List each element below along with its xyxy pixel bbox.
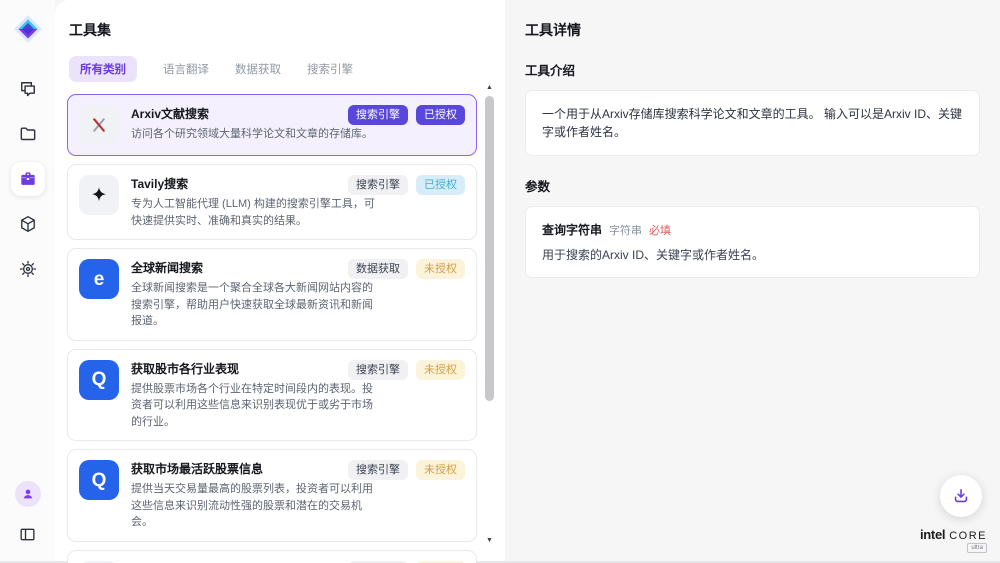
tool-card-arxiv[interactable]: Arxiv文献搜索 访问各个研究领域大量科学论文和文章的存储库。 搜索引擎 已授…	[67, 94, 477, 156]
detail-title: 工具详情	[525, 20, 980, 40]
download-button[interactable]	[940, 475, 982, 517]
parameter-header: 查询字符串 字符串 必填	[542, 221, 963, 238]
arxiv-x-icon	[79, 105, 119, 145]
parameter-card: 查询字符串 字符串 必填 用于搜索的Arxiv ID、关键字或作者姓名。	[525, 206, 980, 278]
intel-logo-line: intel CORE	[920, 527, 987, 542]
intel-brand-text: intel	[920, 527, 945, 542]
intro-text: 一个用于从Arxiv存储库搜索科学论文和文章的工具。 输入可以是Arxiv ID…	[542, 107, 962, 139]
auth-status-badge: 未授权	[416, 259, 465, 279]
card-body: 获取市场最活跃股票信息 提供当天交易量最高的股票列表，投资者可以利用这些信息来识…	[131, 460, 383, 531]
tool-title: 获取股市各行业表现	[131, 362, 383, 376]
category-badge: 搜索引擎	[348, 105, 408, 125]
icon-letter: Q	[92, 370, 107, 389]
tool-title: Arxiv文献搜索	[131, 107, 373, 121]
parameter-required-flag: 必填	[649, 222, 671, 238]
ultra-variant-badge: ultra	[967, 543, 987, 553]
rail-bottom	[11, 481, 45, 561]
category-badge: 搜索引擎	[348, 460, 408, 480]
toolset-panel: 工具集 所有类别 语言翻译 数据获取 搜索引擎 Arxiv文献搜索 访问各个研究…	[55, 0, 505, 561]
card-badges: 搜索引擎 已授权	[348, 105, 465, 125]
tool-description: 提供当天交易量最高的股票列表，投资者可以利用这些信息来识别流动性强的股票和潜在的…	[131, 481, 383, 531]
blue-letter-icon: Q	[79, 360, 119, 400]
card-badges: 搜索引擎 未授权	[348, 360, 465, 380]
tab-data-acquisition[interactable]: 数据获取	[235, 61, 281, 77]
card-body: 全球新闻搜索 全球新闻搜索是一个聚合全球各大新闻网站内容的搜索引擎，帮助用户快速…	[131, 259, 383, 330]
tool-description: 提供股票市场各个行业在特定时间段内的表现。投资者可以利用这些信息来识别表现优于或…	[131, 381, 383, 431]
card-body: 获取股市各行业表现 提供股票市场各个行业在特定时间段内的表现。投资者可以利用这些…	[131, 360, 383, 431]
intel-core-logo: intel CORE ultra	[920, 527, 987, 553]
tool-card-sector-performance[interactable]: Q 获取股市各行业表现 提供股票市场各个行业在特定时间段内的表现。投资者可以利用…	[67, 349, 477, 442]
tool-description: 全球新闻搜索是一个聚合全球各大新闻网站内容的搜索引擎，帮助用户快速获取全球最新资…	[131, 280, 383, 330]
tool-detail-panel: 工具详情 工具介绍 一个用于从Arxiv存储库搜索科学论文和文章的工具。 输入可…	[505, 0, 1000, 561]
card-body: Tavily搜索 专为人工智能代理 (LLM) 构建的搜索引擎工具，可快速提供实…	[131, 175, 383, 229]
tool-card-list: Arxiv文献搜索 访问各个研究领域大量科学论文和文章的存储库。 搜索引擎 已授…	[67, 94, 477, 563]
app-window: 工具集 所有类别 语言翻译 数据获取 搜索引擎 Arxiv文献搜索 访问各个研究…	[0, 0, 1000, 563]
auth-status-badge: 未授权	[416, 460, 465, 480]
tab-all-categories[interactable]: 所有类别	[69, 56, 137, 82]
blue-letter-icon: Q	[79, 460, 119, 500]
auth-status-badge: 未授权	[416, 360, 465, 380]
cube-icon[interactable]	[11, 207, 45, 241]
scrollbar-thumb[interactable]	[485, 96, 494, 401]
intro-card: 一个用于从Arxiv存储库搜索科学论文和文章的工具。 输入可以是Arxiv ID…	[525, 90, 980, 156]
download-icon	[951, 486, 971, 506]
intro-heading: 工具介绍	[525, 60, 980, 79]
scroll-down-icon[interactable]: ▼	[486, 537, 493, 545]
core-product-text: CORE	[949, 530, 987, 542]
card-badges: 数据获取 未授权	[348, 259, 465, 279]
category-badge: 搜索引擎	[348, 360, 408, 380]
blue-letter-icon: e	[79, 259, 119, 299]
parameter-description: 用于搜索的Arxiv ID、关键字或作者姓名。	[542, 246, 963, 263]
scrollbar-track[interactable]	[485, 92, 494, 537]
collapse-panel-icon[interactable]	[11, 517, 45, 551]
icon-letter: e	[94, 270, 105, 289]
tool-card-global-news[interactable]: e 全球新闻搜索 全球新闻搜索是一个聚合全球各大新闻网站内容的搜索引擎，帮助用户…	[67, 248, 477, 341]
auth-status-badge: 已授权	[416, 105, 465, 125]
folder-icon[interactable]	[11, 117, 45, 151]
params-heading: 参数	[525, 176, 980, 195]
tab-search-engine[interactable]: 搜索引擎	[307, 61, 353, 77]
card-body: Arxiv文献搜索 访问各个研究领域大量科学论文和文章的存储库。	[131, 105, 373, 145]
tool-title: Tavily搜索	[131, 177, 383, 191]
scroll-up-icon[interactable]: ▲	[486, 84, 493, 92]
icon-rail	[0, 0, 55, 561]
category-badge: 搜索引擎	[348, 175, 408, 195]
tool-card-tavily[interactable]: Tavily搜索 专为人工智能代理 (LLM) 构建的搜索引擎工具，可快速提供实…	[67, 164, 477, 240]
tool-description: 访问各个研究领域大量科学论文和文章的存储库。	[131, 126, 373, 143]
tool-title: 获取市场最活跃股票信息	[131, 462, 383, 476]
list-scrollbar: ▲ ▼	[485, 84, 494, 545]
app-logo-icon	[11, 12, 45, 46]
icon-letter: Q	[92, 471, 107, 490]
toolbox-icon[interactable]	[11, 162, 45, 196]
tool-description: 专为人工智能代理 (LLM) 构建的搜索引擎工具，可快速提供实时、准确和真实的结…	[131, 196, 383, 229]
category-tabs: 所有类别 语言翻译 数据获取 搜索引擎	[69, 56, 505, 82]
user-avatar-icon[interactable]	[15, 481, 41, 507]
toolset-title: 工具集	[69, 20, 505, 40]
parameter-name: 查询字符串	[542, 221, 602, 238]
tool-title: 全球新闻搜索	[131, 261, 383, 275]
settings-icon[interactable]	[11, 252, 45, 286]
tool-card-most-active-stocks[interactable]: Q 获取市场最活跃股票信息 提供当天交易量最高的股票列表，投资者可以利用这些信息…	[67, 449, 477, 542]
four-point-star-icon	[79, 175, 119, 215]
auth-status-badge: 已授权	[416, 175, 465, 195]
tool-card-regional-news[interactable]: 万维地区新闻查询 查询具体行政区划内的新闻，快速了解各地新闻动 搜索引擎 未授权	[67, 550, 477, 563]
card-badges: 搜索引擎 已授权	[348, 175, 465, 195]
card-badges: 搜索引擎 未授权	[348, 460, 465, 480]
category-badge: 数据获取	[348, 259, 408, 279]
tab-language-translation[interactable]: 语言翻译	[163, 61, 209, 77]
chat-icon[interactable]	[11, 72, 45, 106]
parameter-type: 字符串	[609, 222, 642, 238]
